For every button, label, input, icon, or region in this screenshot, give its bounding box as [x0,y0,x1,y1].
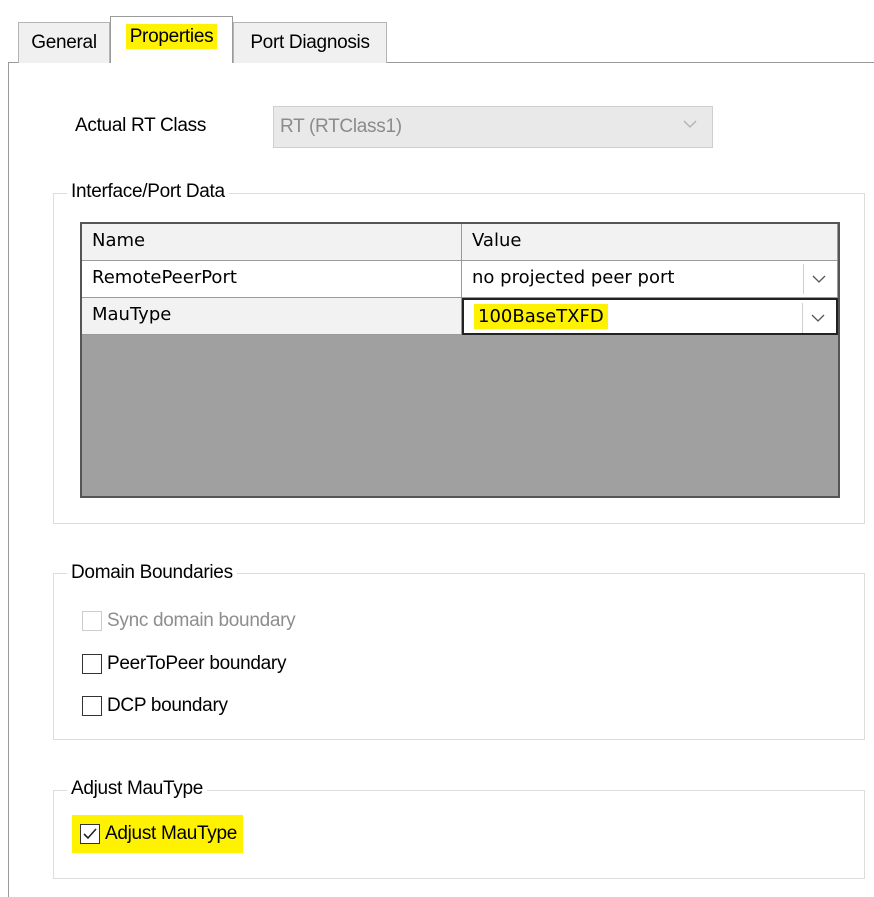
peer-to-peer-boundary-label: PeerToPeer boundary [107,653,287,674]
tab-properties[interactable]: Properties [110,16,233,63]
adjust-mautype-label: Adjust MauType [105,823,238,844]
sync-domain-boundary-checkbox[interactable]: Sync domain boundary [82,610,296,632]
peer-to-peer-boundary-checkbox[interactable]: PeerToPeer boundary [82,653,286,675]
checkbox-box [82,611,102,631]
row-value-cell[interactable]: no projected peer port [462,261,838,298]
checkbox-box [82,654,102,674]
domain-boundaries-title: Domain Boundaries [67,562,237,584]
rt-class-label: Actual RT Class [75,115,207,136]
tab-properties-label: Properties [125,24,218,49]
chevron-down-icon [811,314,825,322]
value-dropdown-button[interactable] [802,303,832,333]
tab-general[interactable]: General [18,22,110,63]
sync-domain-boundary-label: Sync domain boundary [107,610,296,631]
rt-class-value: RT (RTClass1) [280,116,402,137]
row-value-text: no projected peer port [472,267,675,288]
checkmark-icon [83,828,97,840]
chevron-down-icon [812,275,826,283]
checkbox-box [80,824,100,844]
dcp-boundary-label: DCP boundary [107,695,228,716]
row-name-cell[interactable]: MauType [82,298,462,335]
chevron-down-icon [683,120,697,128]
table-row[interactable]: MauType 100BaseTXFD [82,298,838,335]
adjust-mautype-title: Adjust MauType [67,778,208,800]
table-row[interactable]: RemotePeerPort no projected peer port [82,261,838,298]
checkbox-box [82,696,102,716]
rt-class-combobox[interactable]: RT (RTClass1) [273,106,713,148]
tab-general-label: General [31,32,97,53]
row-value-cell[interactable]: 100BaseTXFD [462,298,838,335]
dcp-boundary-checkbox[interactable]: DCP boundary [82,695,228,717]
grid-header-row: Name Value [82,224,838,261]
tab-port-diagnosis[interactable]: Port Diagnosis [233,22,387,63]
row-name-cell[interactable]: RemotePeerPort [82,261,462,298]
interface-port-data-grid[interactable]: Name Value RemotePeerPort no projected p… [80,222,840,498]
port-properties-dialog: General Properties Port Diagnosis Actual… [0,0,874,897]
adjust-mautype-checkbox[interactable]: Adjust MauType [72,815,244,853]
tab-port-diagnosis-label: Port Diagnosis [250,32,370,53]
row-value-text: 100BaseTXFD [474,304,608,329]
value-dropdown-button[interactable] [803,264,833,294]
column-header-name[interactable]: Name [82,224,462,261]
column-header-value[interactable]: Value [462,224,838,261]
interface-port-data-title: Interface/Port Data [67,181,229,203]
tab-panel-border [8,62,9,897]
